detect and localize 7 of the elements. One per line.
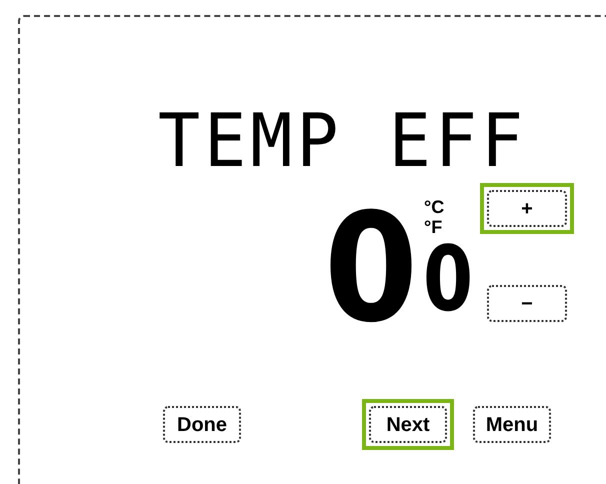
unit-label: °C [424,197,446,217]
temperature-digit: 0 [428,237,468,323]
temperature-digit: 0 [325,197,417,339]
lcd-button[interactable]: Next [362,399,454,450]
unit-label: °F [424,217,444,237]
lcd-button[interactable]: + [480,183,574,234]
display-title: TEMP EFF [158,103,528,179]
